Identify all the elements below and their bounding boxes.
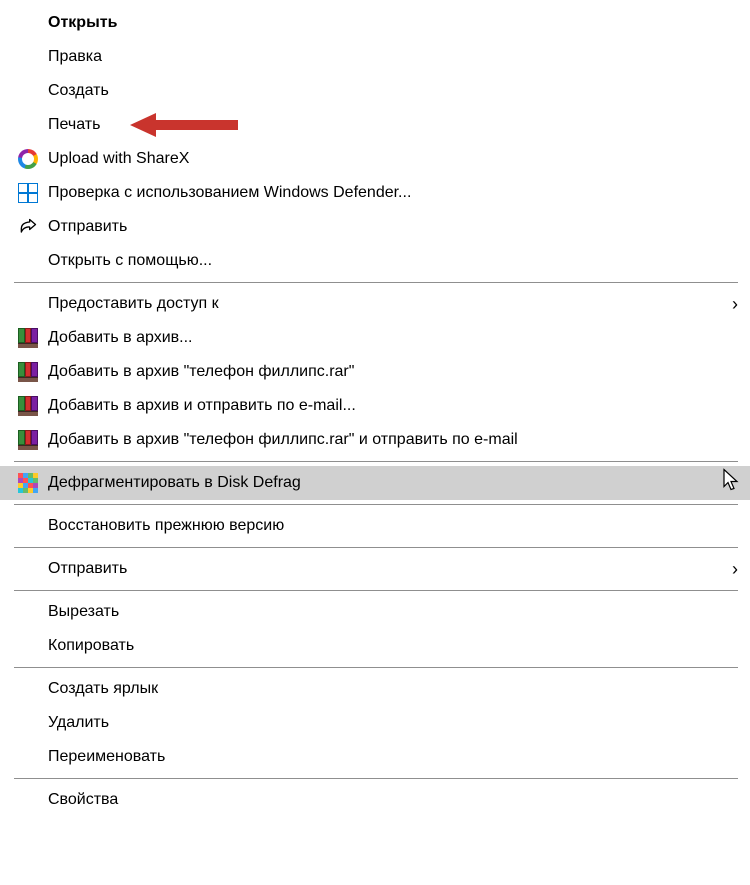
menu-label: Upload with ShareX	[48, 150, 738, 168]
menu-label: Отправить	[48, 560, 724, 578]
empty-icon	[14, 746, 42, 768]
menu-label: Свойства	[48, 791, 738, 809]
menu-create[interactable]: Создать	[0, 74, 750, 108]
menu-add-to-archive[interactable]: Добавить в архив...	[0, 321, 750, 355]
menu-label: Отправить	[48, 218, 738, 236]
menu-create-shortcut[interactable]: Создать ярлык	[0, 672, 750, 706]
menu-add-to-named-archive[interactable]: Добавить в архив "телефон филлипс.rar"	[0, 355, 750, 389]
winrar-icon	[14, 327, 42, 349]
menu-label: Добавить в архив "телефон филлипс.rar"	[48, 363, 738, 381]
menu-label: Открыть с помощью...	[48, 252, 738, 270]
menu-print[interactable]: Печать	[0, 108, 750, 142]
empty-icon	[14, 678, 42, 700]
menu-properties[interactable]: Свойства	[0, 783, 750, 817]
menu-label: Добавить в архив...	[48, 329, 738, 347]
menu-edit[interactable]: Правка	[0, 40, 750, 74]
winrar-icon	[14, 429, 42, 451]
menu-give-access[interactable]: Предоставить доступ к ›	[0, 287, 750, 321]
winrar-icon	[14, 361, 42, 383]
separator	[14, 547, 738, 548]
menu-label: Вырезать	[48, 603, 738, 621]
empty-icon	[14, 712, 42, 734]
menu-label: Создать	[48, 82, 738, 100]
menu-label: Дефрагментировать в Disk Defrag	[48, 474, 738, 492]
menu-share[interactable]: Отправить	[0, 210, 750, 244]
separator	[14, 778, 738, 779]
menu-defender-scan[interactable]: Проверка с использованием Windows Defend…	[0, 176, 750, 210]
separator	[14, 282, 738, 283]
empty-icon	[14, 789, 42, 811]
share-icon	[14, 216, 42, 238]
menu-upload-sharex[interactable]: Upload with ShareX	[0, 142, 750, 176]
chevron-right-icon: ›	[732, 294, 738, 315]
empty-icon	[14, 515, 42, 537]
separator	[14, 590, 738, 591]
menu-named-archive-and-email[interactable]: Добавить в архив "телефон филлипс.rar" и…	[0, 423, 750, 457]
disk-defrag-icon	[14, 472, 42, 494]
menu-copy[interactable]: Копировать	[0, 629, 750, 663]
empty-icon	[14, 558, 42, 580]
separator	[14, 461, 738, 462]
menu-cut[interactable]: Вырезать	[0, 595, 750, 629]
menu-label: Удалить	[48, 714, 738, 732]
separator	[14, 504, 738, 505]
empty-icon	[14, 46, 42, 68]
menu-send-to[interactable]: Отправить ›	[0, 552, 750, 586]
empty-icon	[14, 80, 42, 102]
menu-open-with[interactable]: Открыть с помощью...	[0, 244, 750, 278]
cursor-icon	[722, 469, 740, 498]
red-arrow-annotation	[130, 113, 238, 137]
menu-restore-previous[interactable]: Восстановить прежнюю версию	[0, 509, 750, 543]
empty-icon	[14, 12, 42, 34]
context-menu: Открыть Правка Создать Печать Upload wit…	[0, 0, 750, 823]
menu-label: Создать ярлык	[48, 680, 738, 698]
menu-label: Открыть	[48, 14, 738, 32]
separator	[14, 667, 738, 668]
menu-defrag[interactable]: Дефрагментировать в Disk Defrag	[0, 466, 750, 500]
menu-delete[interactable]: Удалить	[0, 706, 750, 740]
menu-label: Добавить в архив и отправить по e-mail..…	[48, 397, 738, 415]
empty-icon	[14, 601, 42, 623]
menu-label: Предоставить доступ к	[48, 295, 724, 313]
chevron-right-icon: ›	[732, 559, 738, 580]
menu-label: Переименовать	[48, 748, 738, 766]
menu-label: Добавить в архив "телефон филлипс.rar" и…	[48, 431, 738, 449]
winrar-icon	[14, 395, 42, 417]
menu-archive-and-email[interactable]: Добавить в архив и отправить по e-mail..…	[0, 389, 750, 423]
windows-defender-icon	[14, 182, 42, 204]
menu-open[interactable]: Открыть	[0, 6, 750, 40]
menu-rename[interactable]: Переименовать	[0, 740, 750, 774]
empty-icon	[14, 635, 42, 657]
menu-label: Проверка с использованием Windows Defend…	[48, 184, 738, 202]
menu-label: Правка	[48, 48, 738, 66]
sharex-icon	[14, 148, 42, 170]
menu-label: Копировать	[48, 637, 738, 655]
menu-label: Восстановить прежнюю версию	[48, 517, 738, 535]
empty-icon	[14, 293, 42, 315]
empty-icon	[14, 114, 42, 136]
empty-icon	[14, 250, 42, 272]
